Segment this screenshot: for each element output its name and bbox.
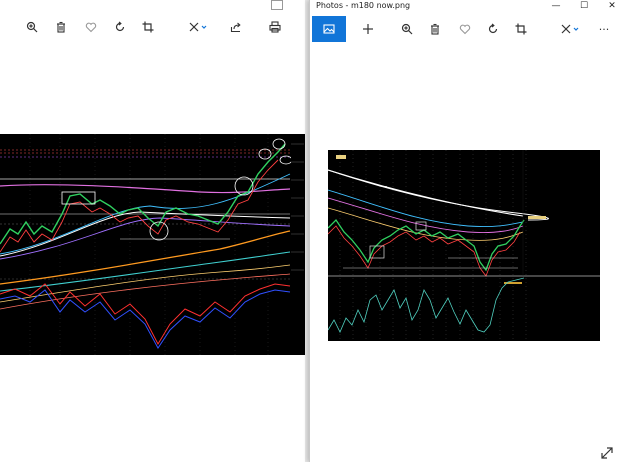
maximize-button[interactable]: ☐ <box>570 0 598 12</box>
left-title-bar <box>0 0 305 10</box>
minimize-button[interactable]: — <box>542 0 570 12</box>
rotate-icon[interactable] <box>483 19 503 39</box>
right-title-bar: Photos - m180 now.png — ☐ ✕ <box>310 0 625 12</box>
favorite-icon[interactable] <box>455 19 475 39</box>
zoom-in-icon[interactable] <box>397 19 417 39</box>
favorite-icon[interactable] <box>81 17 101 37</box>
left-chart-image <box>0 134 305 355</box>
edit-icon[interactable] <box>184 17 212 37</box>
zoom-in-icon[interactable] <box>22 17 42 37</box>
crop-icon[interactable] <box>511 19 531 39</box>
right-toolbar: ··· <box>310 14 625 44</box>
expand-icon[interactable] <box>600 445 614 459</box>
add-icon[interactable] <box>358 19 378 39</box>
rotate-icon[interactable] <box>110 17 130 37</box>
delete-icon[interactable] <box>425 19 445 39</box>
right-chart-image <box>327 150 600 341</box>
close-button[interactable]: ✕ <box>598 0 625 12</box>
more-icon[interactable]: ··· <box>594 19 614 39</box>
crop-icon[interactable] <box>138 17 158 37</box>
left-toolbar <box>0 12 305 42</box>
window-title: Photos - m180 now.png <box>316 1 411 10</box>
view-image-icon[interactable] <box>312 16 346 42</box>
print-icon[interactable] <box>265 17 285 37</box>
share-icon[interactable] <box>226 17 246 37</box>
edit-icon[interactable] <box>556 19 584 39</box>
delete-icon[interactable] <box>51 17 71 37</box>
left-photos-window <box>0 0 305 462</box>
right-photos-window: Photos - m180 now.png — ☐ ✕ ··· <box>309 0 625 462</box>
